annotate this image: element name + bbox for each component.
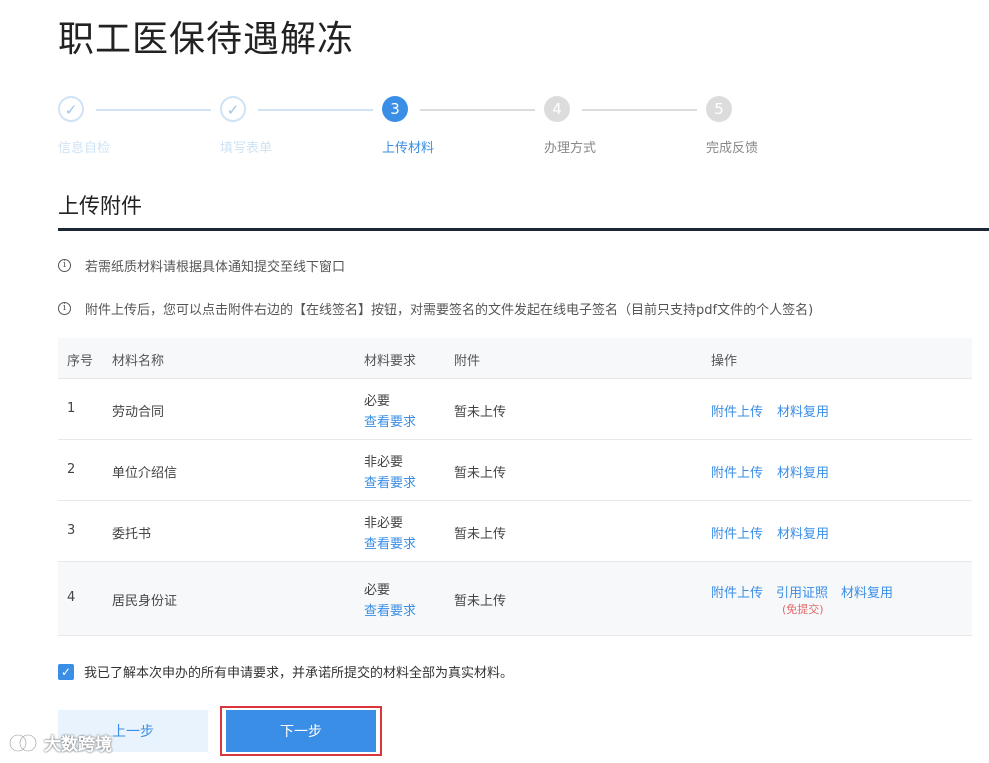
row-material-name: 居民身份证	[112, 594, 178, 609]
step-3-number: 3	[382, 96, 408, 122]
reuse-material-link[interactable]: 材料复用	[841, 582, 893, 601]
step-5-number: 5	[706, 96, 732, 122]
view-requirement-link[interactable]: 查看要求	[364, 600, 416, 619]
row-index: 1	[67, 401, 76, 416]
step-connector	[582, 109, 697, 111]
row-index: 4	[67, 590, 76, 605]
row-index: 2	[67, 462, 76, 477]
upload-attachment-link[interactable]: 附件上传	[711, 523, 763, 542]
step-2-label: 填写表单	[220, 141, 273, 156]
header-index: 序号	[67, 354, 94, 369]
requirement-level: 必要	[364, 583, 391, 598]
page-title: 职工医保待遇解冻	[58, 19, 355, 60]
agreement-text: 我已了解本次申办的所有申请要求，并承诺所提交的材料全部为真实材料。	[84, 666, 514, 681]
notice-text: 附件上传后，您可以点击附件右边的【在线签名】按钮，对需要签名的文件发起在线电子签…	[85, 303, 814, 318]
row-requirement: 必要 查看要求	[364, 390, 416, 430]
view-requirement-link[interactable]: 查看要求	[364, 472, 416, 491]
section-title: 上传附件	[58, 194, 142, 218]
step-connector	[96, 109, 211, 111]
table-row: 3 委托书 非必要 查看要求 暂未上传 附件上传 材料复用	[58, 501, 972, 562]
row-attachment-status: 暂未上传	[454, 527, 507, 542]
step-4-number: 4	[544, 96, 570, 122]
view-requirement-link[interactable]: 查看要求	[364, 411, 416, 430]
step-connector	[258, 109, 373, 111]
row-material-name: 单位介绍信	[112, 466, 178, 481]
table-row: 1 劳动合同 必要 查看要求 暂未上传 附件上传 材料复用	[58, 379, 972, 440]
row-attachment-status: 暂未上传	[454, 405, 507, 420]
watermark-logo-icon	[8, 733, 38, 752]
exempt-note: (免提交)	[782, 603, 824, 616]
step-4-label: 办理方式	[544, 141, 597, 156]
step-5-label: 完成反馈	[706, 141, 759, 156]
cite-certificate-link[interactable]: 引用证照	[776, 582, 828, 601]
view-requirement-link[interactable]: 查看要求	[364, 533, 416, 552]
header-requirement: 材料要求	[364, 354, 417, 369]
watermark-text: 大数跨境	[44, 735, 112, 755]
notice-online-signature: i 附件上传后，您可以点击附件右边的【在线签名】按钮，对需要签名的文件发起在线电…	[58, 299, 813, 318]
row-requirement: 非必要 查看要求	[364, 451, 416, 491]
step-1-check-icon: ✓	[58, 96, 84, 122]
reuse-material-link[interactable]: 材料复用	[777, 523, 829, 542]
upload-attachment-link[interactable]: 附件上传	[711, 401, 763, 420]
step-3-label: 上传材料	[382, 141, 435, 156]
step-connector	[420, 109, 535, 111]
header-actions: 操作	[711, 354, 738, 369]
reuse-material-link[interactable]: 材料复用	[777, 462, 829, 481]
row-attachment-status: 暂未上传	[454, 466, 507, 481]
row-attachment-status: 暂未上传	[454, 594, 507, 609]
requirement-level: 非必要	[364, 516, 404, 531]
notice-paper-materials: i 若需纸质材料请根据具体通知提交至线下窗口	[58, 256, 345, 275]
info-icon: i	[58, 302, 71, 315]
notice-text: 若需纸质材料请根据具体通知提交至线下窗口	[85, 260, 346, 275]
header-attachment: 附件	[454, 354, 481, 369]
requirement-level: 非必要	[364, 455, 404, 470]
requirement-level: 必要	[364, 394, 391, 409]
agreement-checkbox[interactable]: ✓	[58, 663, 74, 680]
next-step-button[interactable]: 下一步	[226, 710, 376, 752]
header-name: 材料名称	[112, 354, 165, 369]
reuse-material-link[interactable]: 材料复用	[777, 401, 829, 420]
step-1-label: 信息自检	[58, 141, 111, 156]
row-requirement: 必要 查看要求	[364, 579, 416, 619]
info-icon: i	[58, 259, 71, 272]
section-divider	[58, 228, 989, 231]
table-row: 2 单位介绍信 非必要 查看要求 暂未上传 附件上传 材料复用	[58, 440, 972, 501]
step-2-check-icon: ✓	[220, 96, 246, 122]
table-header: 序号 材料名称 材料要求 附件 操作	[58, 338, 972, 379]
upload-attachment-link[interactable]: 附件上传	[711, 462, 763, 481]
table-row: 4 居民身份证 必要 查看要求 暂未上传 附件上传 引用证照 (免提交) 材料复…	[58, 562, 972, 636]
row-index: 3	[67, 523, 76, 538]
row-material-name: 委托书	[112, 527, 152, 542]
row-requirement: 非必要 查看要求	[364, 512, 416, 552]
progress-stepper: ✓ ✓ 3 4 5 信息自检 填写表单 上传材料 办理方式 完成反馈	[58, 95, 858, 165]
materials-table: 序号 材料名称 材料要求 附件 操作 1 劳动合同 必要 查看要求 暂未上传 附…	[58, 338, 972, 636]
watermark: 大数跨境	[8, 730, 112, 755]
upload-attachment-link[interactable]: 附件上传	[711, 582, 763, 601]
agreement: ✓ 我已了解本次申办的所有申请要求，并承诺所提交的材料全部为真实材料。	[58, 662, 513, 681]
row-material-name: 劳动合同	[112, 405, 165, 420]
